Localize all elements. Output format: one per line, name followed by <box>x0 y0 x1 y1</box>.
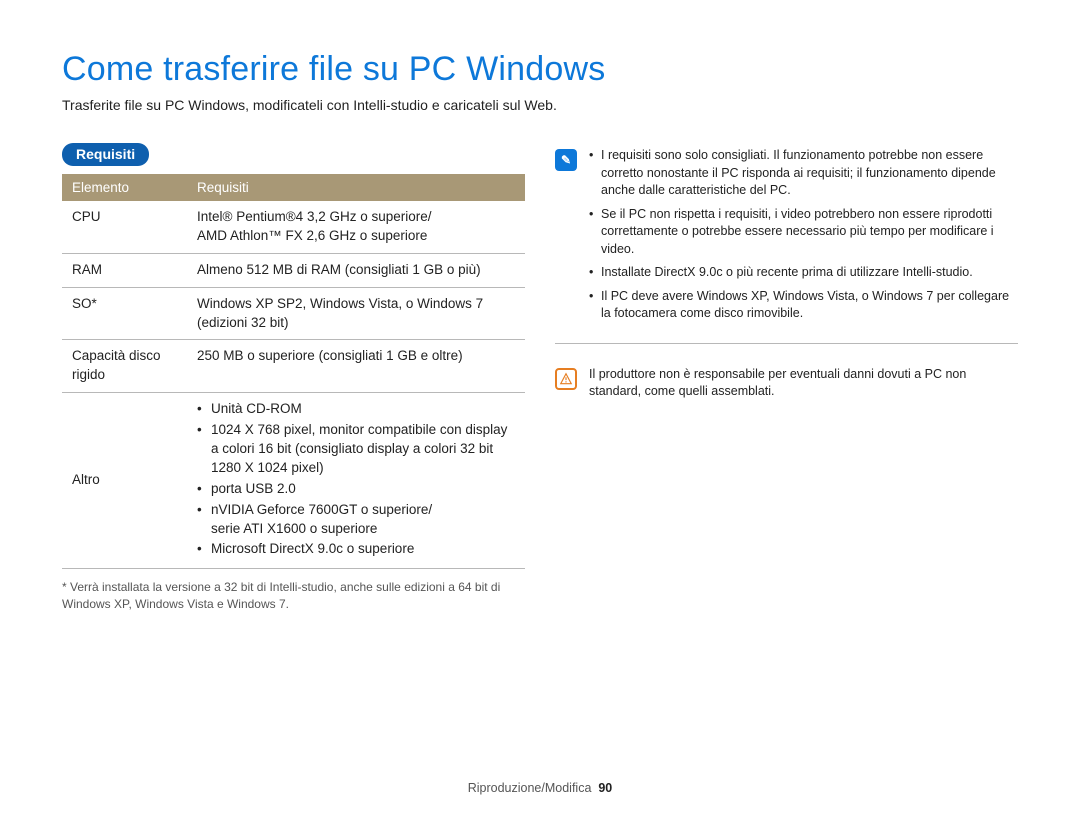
warning-note-box: Il produttore non è responsabile per eve… <box>555 362 1018 421</box>
page-subtitle: Trasferite file su PC Windows, modificat… <box>62 97 1018 113</box>
warning-icon <box>555 368 577 390</box>
list-item: Microsoft DirectX 9.0c o superiore <box>197 540 515 559</box>
table-row: SO* Windows XP SP2, Windows Vista, o Win… <box>62 287 525 340</box>
requirements-table: Elemento Requisiti CPU Intel® Pentium®4 … <box>62 174 525 569</box>
list-item: nVIDIA Geforce 7600GT o superiore/ serie… <box>197 501 515 539</box>
req-os-label: SO* <box>62 287 187 340</box>
req-ram-value: Almeno 512 MB di RAM (consigliati 1 GB o… <box>187 253 525 287</box>
table-row: Altro Unità CD-ROM 1024 X 768 pixel, mon… <box>62 393 525 569</box>
requirements-heading-pill: Requisiti <box>62 143 149 166</box>
req-other-label: Altro <box>62 393 187 569</box>
req-cpu-label: CPU <box>62 201 187 253</box>
table-row: CPU Intel® Pentium®4 3,2 GHz o superiore… <box>62 201 525 253</box>
requirements-col-requirement: Requisiti <box>187 174 525 201</box>
list-item: Installate DirectX 9.0c o più recente pr… <box>589 264 1018 282</box>
requirements-col-element: Elemento <box>62 174 187 201</box>
list-item: porta USB 2.0 <box>197 480 515 499</box>
warning-note-text: Il produttore non è responsabile per eve… <box>589 366 1018 401</box>
req-cpu-value: Intel® Pentium®4 3,2 GHz o superiore/ AM… <box>187 201 525 253</box>
footer-page-number: 90 <box>598 781 612 795</box>
pencil-icon: ✎ <box>561 153 571 167</box>
requirements-footnote: * Verrà installata la versione a 32 bit … <box>62 579 525 613</box>
req-other-list: Unità CD-ROM 1024 X 768 pixel, monitor c… <box>197 400 515 559</box>
req-ram-label: RAM <box>62 253 187 287</box>
left-column: Requisiti Elemento Requisiti CPU Intel® … <box>62 143 525 613</box>
warning-triangle-icon <box>559 372 573 386</box>
info-note-list: I requisiti sono solo consigliati. Il fu… <box>589 147 1018 323</box>
table-row: Capacità disco rigido 250 MB o superiore… <box>62 340 525 393</box>
list-item: 1024 X 768 pixel, monitor compatibile co… <box>197 421 515 478</box>
req-other-value: Unità CD-ROM 1024 X 768 pixel, monitor c… <box>187 393 525 569</box>
req-hdd-value: 250 MB o superiore (consigliati 1 GB e o… <box>187 340 525 393</box>
req-hdd-label: Capacità disco rigido <box>62 340 187 393</box>
page-title: Come trasferire file su PC Windows <box>62 50 1018 89</box>
footer-section: Riproduzione/Modifica <box>468 781 592 795</box>
list-item: Unità CD-ROM <box>197 400 515 419</box>
info-note-box: ✎ I requisiti sono solo consigliati. Il … <box>555 143 1018 344</box>
list-item: I requisiti sono solo consigliati. Il fu… <box>589 147 1018 200</box>
req-os-value: Windows XP SP2, Windows Vista, o Windows… <box>187 287 525 340</box>
info-icon: ✎ <box>555 149 577 171</box>
table-row: RAM Almeno 512 MB di RAM (consigliati 1 … <box>62 253 525 287</box>
list-item: Il PC deve avere Windows XP, Windows Vis… <box>589 288 1018 323</box>
page-footer: Riproduzione/Modifica 90 <box>0 781 1080 795</box>
list-item: Se il PC non rispetta i requisiti, i vid… <box>589 206 1018 259</box>
right-column: ✎ I requisiti sono solo consigliati. Il … <box>555 143 1018 613</box>
